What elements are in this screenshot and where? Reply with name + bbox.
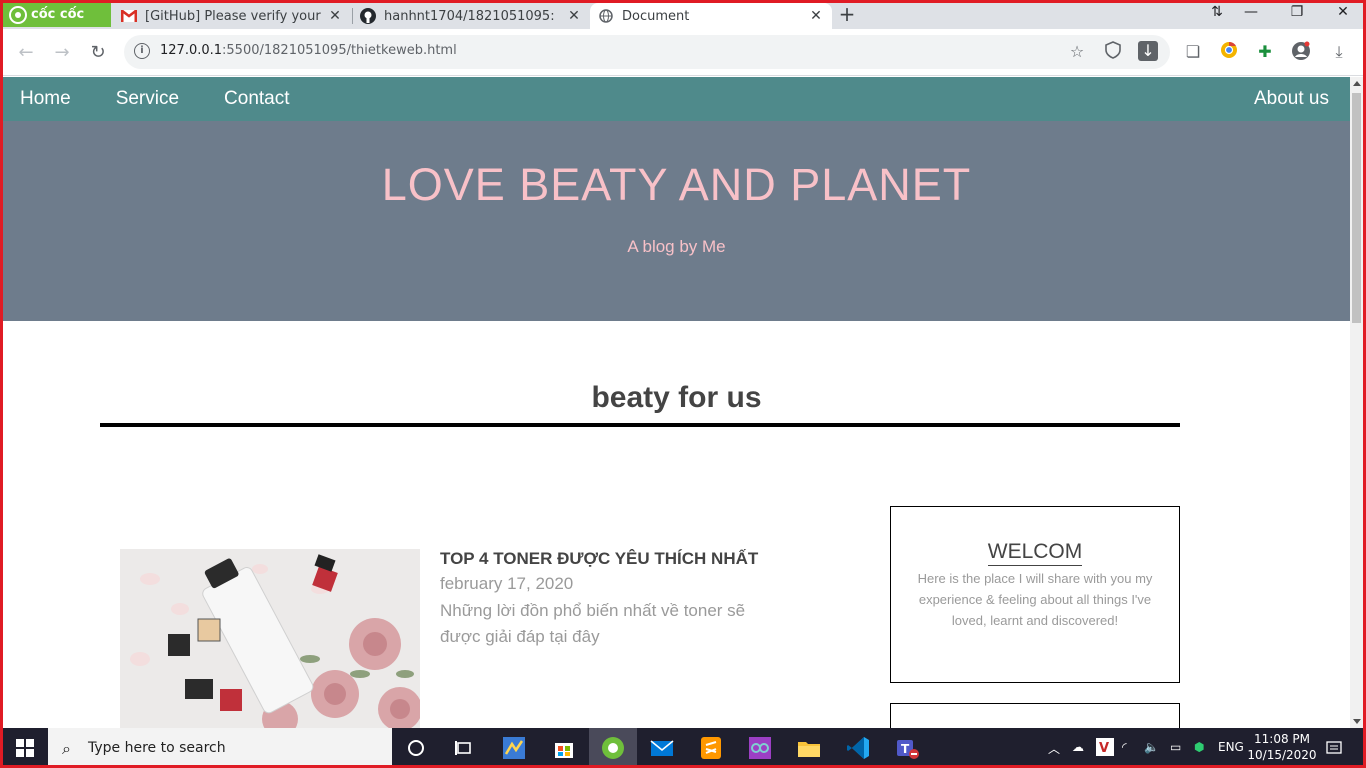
nav-contact-link[interactable]: Contact [224,88,289,110]
scrollbar-thumb[interactable] [1352,93,1361,323]
github-icon [360,8,376,24]
web-page: Home Service Contact About us LOVE BEATY… [3,77,1350,728]
notifications-icon[interactable] [1326,740,1342,759]
url-path: :5500/1821051095/thietkeweb.html [222,43,457,58]
tab-search-icon[interactable]: ⇅ [1202,4,1232,24]
tab-github-repo[interactable]: hanhnt1704/1821051095: 182 ✕ [352,3,590,29]
browser-brand-button[interactable]: cốc cốc [3,2,111,27]
new-tab-plus-icon[interactable]: + [838,4,856,24]
scroll-up-arrow-icon[interactable] [1353,81,1361,86]
tab-title: [GitHub] Please verify your de [145,8,321,24]
url-host: 127.0.0.1 [160,43,223,58]
widget-title: WELCOM [987,540,1083,566]
search-icon: ⌕ [62,739,71,758]
url-text[interactable]: 127.0.0.1:5500/1821051095/thietkeweb.htm… [160,43,457,58]
hero-banner: LOVE BEATY AND PLANET A blog by Me [3,121,1350,321]
clock-date: 10/15/2020 [1247,748,1317,762]
shield-icon[interactable] [1102,41,1124,63]
bookmark-star-icon[interactable]: ☆ [1066,41,1088,63]
site-info-icon[interactable]: i [134,43,150,59]
copy-extension-icon[interactable]: ❏ [1182,41,1204,63]
coccoc-browser-taskbar-icon[interactable] [589,728,637,768]
file-explorer-icon[interactable] [795,734,823,762]
site-subtitle: A blog by Me [627,237,726,256]
security-shield-icon[interactable]: ⬢ [1194,740,1204,754]
taskbar-search-box[interactable]: ⌕ Type here to search [48,728,392,768]
address-bar[interactable]: i 127.0.0.1:5500/1821051095/thietkeweb.h… [124,35,1170,69]
welcome-widget: WELCOM Here is the place I will share wi… [890,506,1180,683]
puzzle-extensions-icon[interactable]: ✚ [1254,41,1276,63]
gmail-icon [121,8,137,24]
v-app-icon[interactable]: V [1096,738,1114,759]
site-title: LOVE BEATY AND PLANET [381,159,972,210]
back-arrow-icon[interactable]: ← [14,41,38,65]
tab-close-icon[interactable]: ✕ [327,8,343,24]
cortana-icon[interactable] [402,734,430,762]
section-title: beaty for us [591,381,762,414]
reload-icon[interactable]: ↻ [86,41,110,65]
tab-close-icon[interactable]: ✕ [566,8,582,24]
tab-title: hanhnt1704/1821051095: 182 [384,8,560,24]
app-icon[interactable] [500,734,528,762]
show-hidden-icons-chevron-icon[interactable]: ︿ [1048,740,1060,757]
nav-home-link[interactable]: Home [20,88,71,110]
page-scrollbar[interactable] [1350,77,1363,728]
sublime-text-icon[interactable] [697,734,725,762]
downloads-icon[interactable]: ⤓ [1328,41,1350,63]
post-image[interactable] [120,549,420,728]
taskbar-clock[interactable]: 11:08 PM 10/15/2020 [1240,731,1324,763]
clock-time: 11:08 PM [1254,732,1310,746]
download-page-icon[interactable]: ↓ [1138,41,1158,61]
arduino-icon[interactable] [746,734,774,762]
restore-icon[interactable]: ❐ [1282,4,1312,24]
battery-icon[interactable]: ▭ [1170,740,1181,754]
chrome-extension-icon[interactable] [1218,41,1240,63]
sidebar-widget-2 [890,703,1180,728]
tab-document[interactable]: Document ✕ [590,3,832,29]
scroll-down-arrow-icon[interactable] [1353,719,1361,724]
coccoc-logo-icon [9,5,27,24]
post-date: february 17, 2020 [440,574,574,593]
volume-icon[interactable]: 🔈 [1144,740,1159,754]
post-text: TOP 4 TONER ĐƯỢC YÊU THÍCH NHẤT february… [440,549,770,650]
forward-arrow-icon[interactable]: → [50,41,74,65]
nav-about-link[interactable]: About us [1254,88,1329,110]
post-excerpt: Những lời đồn phổ biến nhất về toner sẽ … [440,601,746,646]
svg-text:V: V [1099,741,1109,756]
svg-text:T: T [901,742,910,756]
onedrive-icon[interactable]: ☁ [1072,740,1084,754]
post-title[interactable]: TOP 4 TONER ĐƯỢC YÊU THÍCH NHẤT [440,549,770,569]
globe-icon [598,8,614,24]
taskbar-search-placeholder: Type here to search [88,740,226,756]
tab-close-icon[interactable]: ✕ [808,8,824,24]
site-navbar: Home Service Contact About us [3,77,1350,121]
microsoft-store-icon[interactable] [550,734,578,762]
profile-avatar-icon[interactable] [1290,41,1312,63]
windows-start-icon[interactable] [3,728,47,768]
close-window-icon[interactable]: ✕ [1328,4,1358,24]
windows-taskbar: ⌕ Type here to search T ︿ ☁ V ◜ 🔈 ▭ ⬢ EN… [0,728,1366,768]
teams-icon[interactable]: T [893,734,921,762]
browser-tab-strip: cốc cốc [GitHub] Please verify your de ✕… [0,0,1366,29]
minimize-icon[interactable]: — [1236,4,1266,24]
vscode-icon[interactable] [844,734,872,762]
section-divider [100,423,1180,427]
nav-service-link[interactable]: Service [116,88,179,110]
wifi-icon[interactable]: ◜ [1122,740,1127,754]
mail-icon[interactable] [648,734,676,762]
browser-toolbar: ← → ↻ i 127.0.0.1:5500/1821051095/thietk… [0,29,1366,76]
widget-text: Here is the place I will share with you … [917,571,1153,628]
task-view-icon[interactable] [450,734,478,762]
tab-title: Document [622,8,690,24]
browser-brand-label: cốc cốc [31,7,85,22]
tab-github-verify[interactable]: [GitHub] Please verify your de ✕ [113,3,351,29]
